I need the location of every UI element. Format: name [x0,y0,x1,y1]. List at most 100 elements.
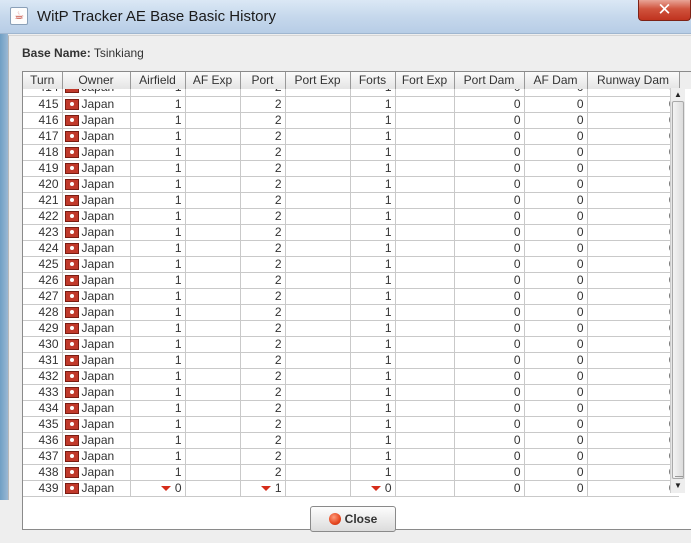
cell-turn: 430 [23,336,63,353]
cell-turn: 415 [23,96,63,113]
cell-value: 0 [576,464,584,479]
cell-value: 0 [576,288,584,303]
window-close-button[interactable]: ✕ [638,0,691,21]
cell-port: 2 [240,224,286,241]
table-row[interactable]: 439Japan010000 [23,480,679,497]
table-row[interactable]: 417Japan121000 [23,128,679,145]
column-header-airfield[interactable]: Airfield [130,72,186,89]
vertical-scrollbar[interactable]: ▲ ▼ [670,88,685,493]
scroll-up-arrow-icon[interactable]: ▲ [671,88,685,102]
cell-value: 0 [513,208,521,223]
table-row[interactable]: 427Japan121000 [23,288,679,305]
scroll-down-arrow-icon[interactable]: ▼ [671,479,685,493]
cell-owner: Japan [62,288,131,305]
cell-value: 1 [384,416,392,431]
table-row[interactable]: 424Japan121000 [23,240,679,257]
cell-value: 435 [38,416,59,431]
column-header-af-exp[interactable]: AF Exp [185,72,241,89]
cell-turn: 424 [23,240,63,257]
cell-forts: 1 [350,304,396,321]
cell-owner: Japan [62,464,131,481]
table-row[interactable]: 415Japan121000 [23,96,679,113]
table-row[interactable]: 430Japan121000 [23,336,679,353]
cell-value: Japan [81,304,115,319]
cell-forts: 1 [350,352,396,369]
scrollbar-thumb[interactable] [672,101,684,484]
cell-value: 437 [38,448,59,463]
table-row[interactable]: 438Japan121000 [23,464,679,481]
table-row[interactable]: 428Japan121000 [23,304,679,321]
cell-value: 1 [384,96,392,111]
cell-value: 1 [384,288,392,303]
column-header-port-dam[interactable]: Port Dam [454,72,525,89]
cell-airfield: 1 [130,400,186,417]
cell-airfield: 1 [130,224,186,241]
cell-owner: Japan [62,400,131,417]
table-row[interactable]: 436Japan121000 [23,432,679,449]
column-header-port-exp[interactable]: Port Exp [285,72,351,89]
column-header-turn[interactable]: Turn [23,72,63,89]
column-header-af-dam[interactable]: AF Dam [524,72,588,89]
cell-port-exp [285,368,351,385]
cell-value: 428 [38,304,59,319]
table-body[interactable]: 414Japan121000415Japan121000416Japan1210… [23,89,679,530]
table-row[interactable]: 435Japan121000 [23,416,679,433]
cell-airfield: 1 [130,448,186,465]
cell-value: 1 [384,272,392,287]
cell-af-dam: 0 [524,336,588,353]
table-row[interactable]: 426Japan121000 [23,272,679,289]
table-row[interactable]: 420Japan121000 [23,176,679,193]
cell-port-dam: 0 [454,336,525,353]
cell-value: 0 [576,352,584,367]
table-row[interactable]: 416Japan121000 [23,112,679,129]
cell-value: 0 [576,176,584,191]
cell-value: 0 [577,89,584,94]
table-row[interactable]: 429Japan121000 [23,320,679,337]
cell-port: 2 [240,272,286,289]
column-header-owner[interactable]: Owner [62,72,131,89]
table-row[interactable]: 425Japan121000 [23,256,679,273]
cell-value: 0 [576,272,584,287]
cell-value: 1 [385,89,392,94]
table-row[interactable]: 432Japan121000 [23,368,679,385]
cell-af-exp [185,304,241,321]
japan-flag-icon [64,370,79,382]
cell-value: 1 [174,304,182,319]
cell-value: 1 [174,384,182,399]
cell-value: 0 [576,256,584,271]
table-row[interactable]: 418Japan121000 [23,144,679,161]
cell-value: 2 [274,320,282,335]
cell-value: 2 [274,464,282,479]
cell-fort-exp [395,432,455,449]
table-row[interactable]: 434Japan121000 [23,400,679,417]
column-header-fort-exp[interactable]: Fort Exp [395,72,455,89]
cell-runway-dam: 0 [587,384,679,401]
table-row[interactable]: 423Japan121000 [23,224,679,241]
cell-owner: Japan [62,96,131,113]
column-header-port[interactable]: Port [240,72,286,89]
table-row[interactable]: 437Japan121000 [23,448,679,465]
cell-port-dam: 0 [454,448,525,465]
stop-icon [328,513,341,525]
column-header-runway-dam[interactable]: Runway Dam [587,72,680,89]
table-row[interactable]: 419Japan121000 [23,160,679,177]
japan-flag-icon [64,338,79,350]
column-header-forts[interactable]: Forts [350,72,396,89]
close-button[interactable]: Close [310,506,396,532]
cell-value: 0 [576,240,584,255]
cell-value: Japan [81,144,115,159]
table-row[interactable]: 421Japan121000 [23,192,679,209]
cell-af-dam: 0 [524,384,588,401]
cell-value: 1 [384,112,392,127]
cell-af-dam: 0 [524,160,588,177]
cell-value: Japan [81,128,115,143]
cell-af-exp [185,464,241,481]
table-row[interactable]: 414Japan121000 [23,89,679,97]
cell-turn: 432 [23,368,63,385]
table-row[interactable]: 433Japan121000 [23,384,679,401]
cell-value: 2 [274,144,282,159]
title-bar[interactable]: ☕ WitP Tracker AE Base Basic History ✕ [0,0,691,34]
table-row[interactable]: 422Japan121000 [23,208,679,225]
cell-value: 0 [576,480,584,495]
table-row[interactable]: 431Japan121000 [23,352,679,369]
